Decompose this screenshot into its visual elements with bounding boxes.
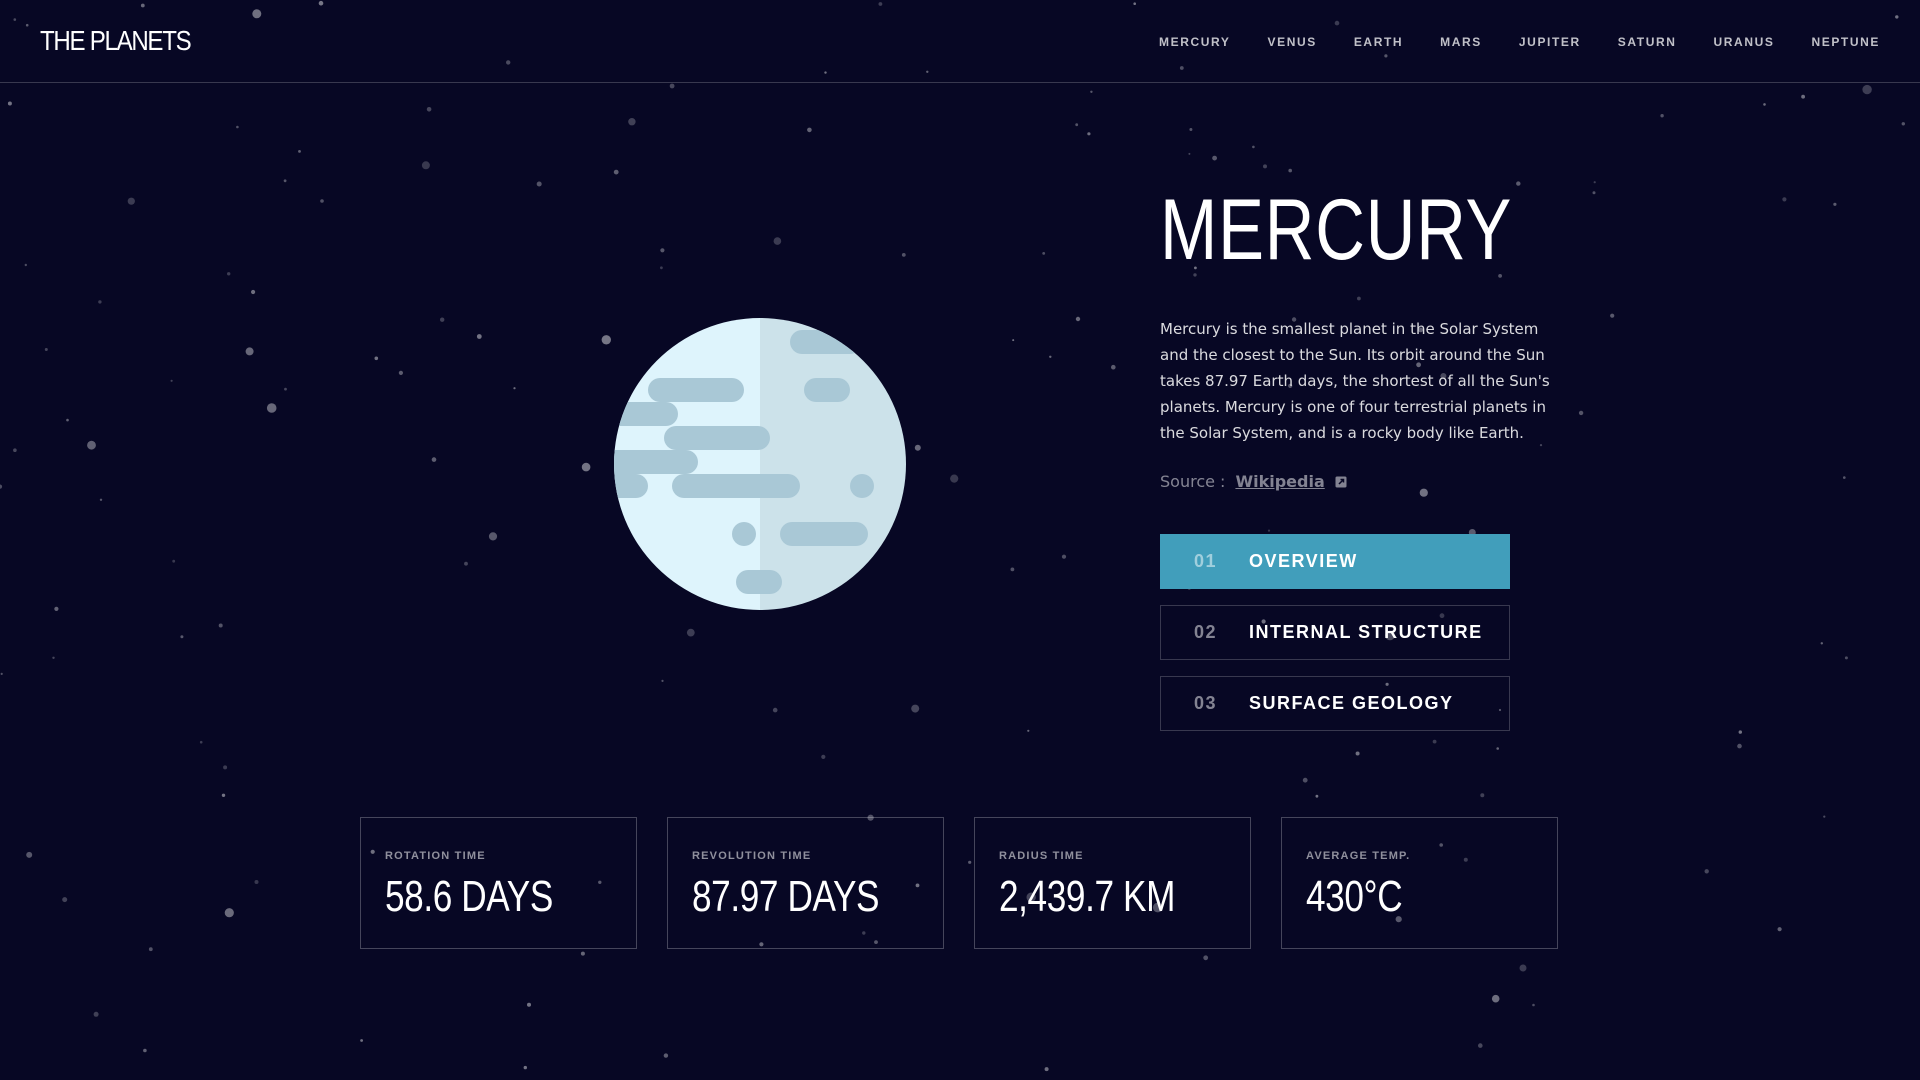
- stat-label: REVOLUTION TIME: [692, 850, 812, 862]
- source-line: Source : Wikipedia: [1160, 472, 1560, 491]
- planet-description: Mercury is the smallest planet in the So…: [1160, 320, 1550, 442]
- planet-title: MERCURY: [1160, 182, 1513, 278]
- stat-rotation-time: ROTATION TIME 58.6 DAYS: [360, 817, 637, 949]
- planet-nav: MERCURY VENUS EARTH MARS JUPITER SATURN …: [1159, 0, 1880, 83]
- site-logo[interactable]: THE PLANETS: [40, 25, 192, 57]
- tab-label: SURFACE GEOLOGY: [1249, 693, 1454, 713]
- planet-stats: ROTATION TIME 58.6 DAYS REVOLUTION TIME …: [360, 817, 1558, 949]
- nav-item-jupiter[interactable]: JUPITER: [1519, 35, 1581, 49]
- nav-item-venus[interactable]: VENUS: [1267, 35, 1316, 49]
- tab-overview[interactable]: 01 OVERVIEW: [1160, 534, 1510, 589]
- nav-item-mars[interactable]: MARS: [1440, 35, 1482, 49]
- stat-label: RADIUS TIME: [999, 850, 1084, 862]
- stat-label: AVERAGE TEMP.: [1306, 850, 1411, 862]
- tab-label: OVERVIEW: [1249, 551, 1358, 571]
- content-tabs: 01 OVERVIEW 02 INTERNAL STRUCTURE 03 SUR…: [1160, 534, 1510, 747]
- tab-internal-structure[interactable]: 02 INTERNAL STRUCTURE: [1160, 605, 1510, 660]
- nav-item-saturn[interactable]: SATURN: [1618, 35, 1677, 49]
- stat-value: 2,439.7 KM: [999, 872, 1176, 921]
- nav-item-earth[interactable]: EARTH: [1354, 35, 1403, 49]
- stat-average-temp: AVERAGE TEMP. 430°C: [1281, 817, 1558, 949]
- tab-number: 02: [1194, 622, 1218, 642]
- planet-info: MERCURY Mercury is the smallest planet i…: [1160, 180, 1560, 491]
- wikipedia-link[interactable]: Wikipedia: [1235, 472, 1324, 491]
- source-label: Source :: [1160, 472, 1226, 491]
- stat-value: 87.97 DAYS: [692, 872, 880, 921]
- site-header: THE PLANETS MERCURY VENUS EARTH MARS JUP…: [0, 0, 1920, 83]
- tab-number: 03: [1194, 693, 1218, 713]
- tab-surface-geology[interactable]: 03 SURFACE GEOLOGY: [1160, 676, 1510, 731]
- nav-item-uranus[interactable]: URANUS: [1714, 35, 1775, 49]
- nav-item-mercury[interactable]: MERCURY: [1159, 35, 1230, 49]
- stat-value: 58.6 DAYS: [385, 872, 553, 921]
- mercury-planet-image: [614, 318, 906, 610]
- planet-facts-page: THE PLANETS MERCURY VENUS EARTH MARS JUP…: [0, 0, 1920, 1080]
- external-link-icon[interactable]: [1335, 476, 1347, 488]
- tab-label: INTERNAL STRUCTURE: [1249, 622, 1483, 642]
- nav-item-neptune[interactable]: NEPTUNE: [1811, 35, 1880, 49]
- stat-label: ROTATION TIME: [385, 850, 486, 862]
- stat-revolution-time: REVOLUTION TIME 87.97 DAYS: [667, 817, 944, 949]
- stat-value: 430°C: [1306, 872, 1403, 921]
- stat-radius: RADIUS TIME 2,439.7 KM: [974, 817, 1251, 949]
- tab-number: 01: [1194, 551, 1218, 571]
